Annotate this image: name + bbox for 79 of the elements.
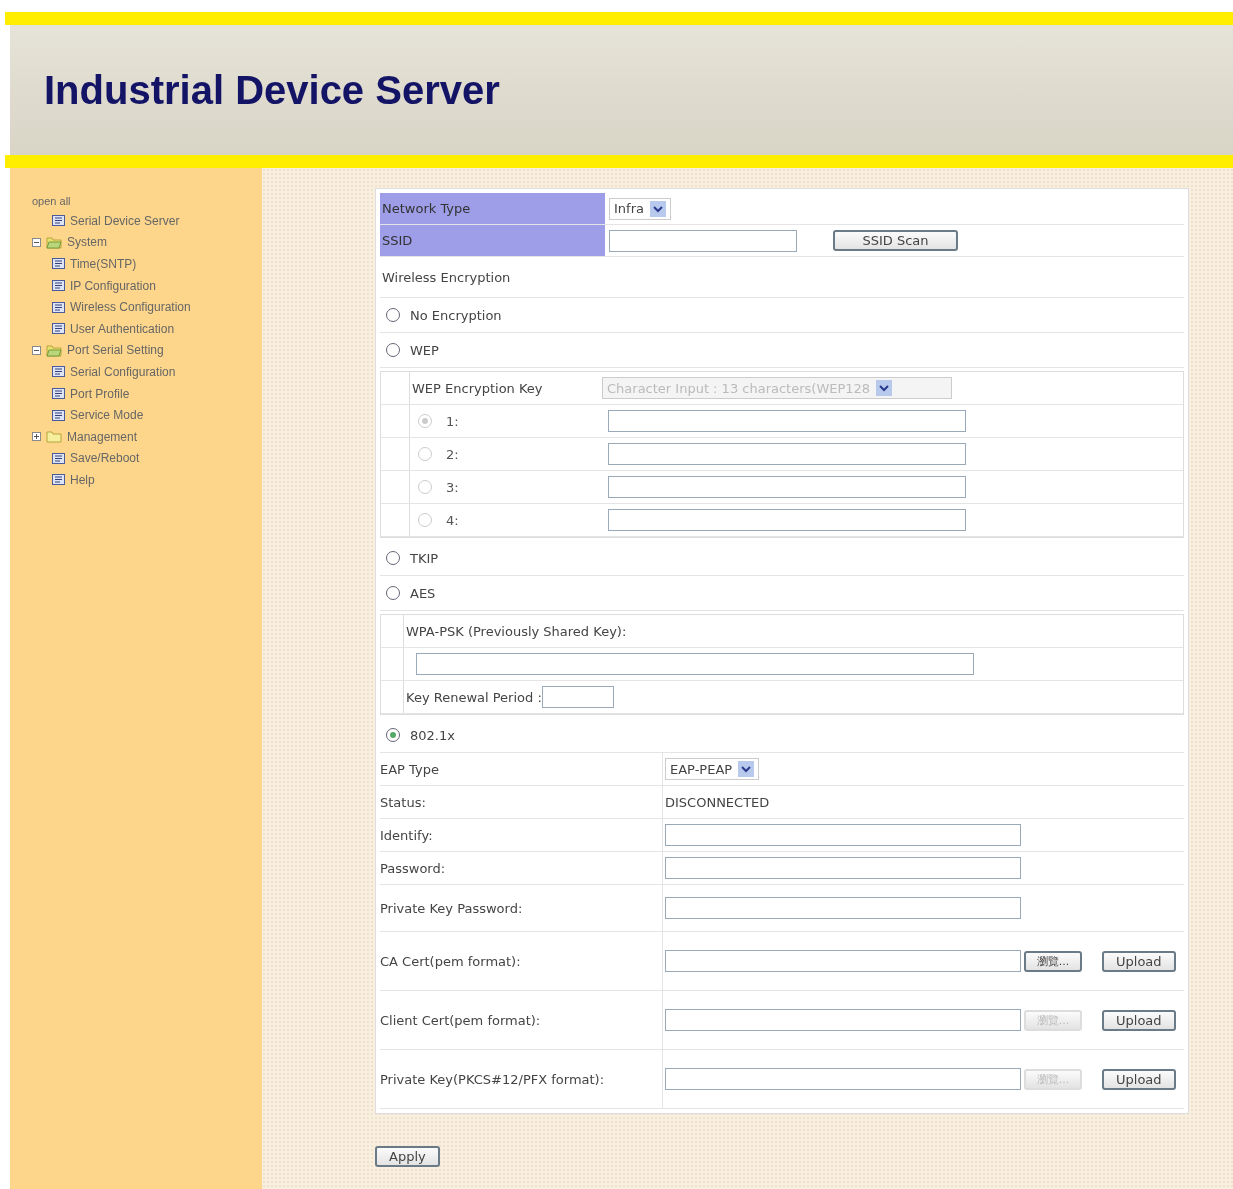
field-label: WEP Encryption Key — [412, 380, 543, 396]
key-number: 3: — [446, 479, 459, 495]
site-title: Industrial Device Server — [44, 67, 500, 113]
key-input[interactable] — [608, 509, 966, 531]
folder-icon — [46, 343, 62, 357]
radio-button[interactable] — [386, 308, 400, 322]
field-label: SSID — [382, 233, 413, 248]
radio-button[interactable] — [386, 343, 400, 357]
file-input[interactable] — [665, 950, 1021, 972]
text-input[interactable] — [665, 824, 1021, 846]
nav-link[interactable]: Wireless Configuration — [70, 300, 191, 315]
key-input[interactable] — [608, 476, 966, 498]
collapse-icon[interactable] — [32, 237, 41, 247]
field-label: Key Renewal Period : — [406, 689, 542, 705]
open-all-link[interactable]: open all — [32, 194, 262, 208]
option-label: 802.1x — [410, 727, 455, 743]
text-input[interactable] — [665, 857, 1021, 879]
ssid-input[interactable] — [609, 229, 797, 252]
option-label: AES — [410, 585, 436, 601]
upload-button[interactable]: Upload — [1102, 950, 1176, 972]
field-label: Password: — [380, 860, 446, 876]
nav-link[interactable]: Save/Reboot — [70, 451, 140, 466]
radio-button[interactable] — [386, 551, 400, 565]
radio-button[interactable] — [386, 728, 400, 742]
network-type-dropdown[interactable]: Infra — [609, 197, 671, 220]
nav-link[interactable]: Serial Configuration — [70, 364, 176, 379]
page-icon — [52, 258, 65, 270]
nav-link[interactable]: Management — [67, 429, 138, 444]
page-icon — [52, 301, 65, 313]
field-label: EAP Type — [380, 761, 439, 777]
file-input[interactable] — [665, 1068, 1021, 1090]
expand-icon[interactable] — [32, 432, 41, 442]
key-input[interactable] — [608, 410, 966, 432]
field-label: CA Cert(pem format): — [380, 953, 521, 969]
ssid-scan-button[interactable]: SSID Scan — [833, 230, 958, 251]
collapse-icon[interactable] — [32, 345, 41, 355]
nav-link[interactable]: Port Serial Setting — [67, 343, 164, 358]
field-label: Private Key Password: — [380, 900, 523, 916]
page-icon — [52, 280, 65, 292]
nav-link[interactable]: Port Profile — [70, 386, 130, 401]
nav-link[interactable]: System — [67, 235, 107, 250]
key-number: 4: — [446, 512, 459, 528]
radio-button[interactable] — [386, 586, 400, 600]
page-icon — [52, 452, 65, 464]
file-input[interactable] — [665, 1009, 1021, 1031]
key-input[interactable] — [608, 443, 966, 465]
text-input[interactable] — [665, 897, 1021, 919]
apply-button[interactable]: Apply — [375, 1146, 440, 1167]
field-label: WPA-PSK (Previously Shared Key): — [406, 623, 627, 639]
eap-type-dropdown[interactable]: EAP-PEAP — [665, 758, 760, 780]
nav-link[interactable]: Serial Device Server — [70, 213, 180, 228]
nav-link[interactable]: Service Mode — [70, 408, 144, 423]
option-label: No Encryption — [410, 307, 502, 323]
nav-link[interactable]: User Authentication — [70, 321, 175, 336]
page-icon — [52, 409, 65, 421]
section-heading: Wireless Encryption — [382, 269, 511, 285]
status-value: DISCONNECTED — [665, 794, 770, 810]
renewal-input[interactable] — [541, 686, 614, 708]
field-label: Private Key(PKCS#12/PFX format): — [380, 1071, 605, 1087]
page-icon — [52, 323, 65, 335]
browse-button[interactable]: 瀏覽... — [1024, 950, 1082, 972]
page-icon — [52, 388, 65, 400]
psk-input[interactable] — [416, 653, 974, 675]
field-label: Client Cert(pem format): — [380, 1012, 541, 1028]
nav-link[interactable]: IP Configuration — [70, 278, 156, 293]
page-icon — [52, 474, 65, 486]
nav-link[interactable]: Time(SNTP) — [70, 257, 137, 271]
nav-link[interactable]: Help — [70, 472, 95, 487]
option-label: TKIP — [410, 550, 439, 566]
key-number: 1: — [446, 413, 459, 429]
field-label: Status: — [380, 794, 426, 810]
key-number: 2: — [446, 446, 459, 462]
option-label: WEP — [410, 342, 439, 358]
folder-icon — [46, 430, 62, 444]
field-label: Identify: — [380, 827, 433, 843]
field-label: Network Type — [382, 201, 471, 216]
folder-icon — [46, 235, 62, 249]
page-icon — [52, 366, 65, 378]
page-icon — [52, 215, 65, 227]
